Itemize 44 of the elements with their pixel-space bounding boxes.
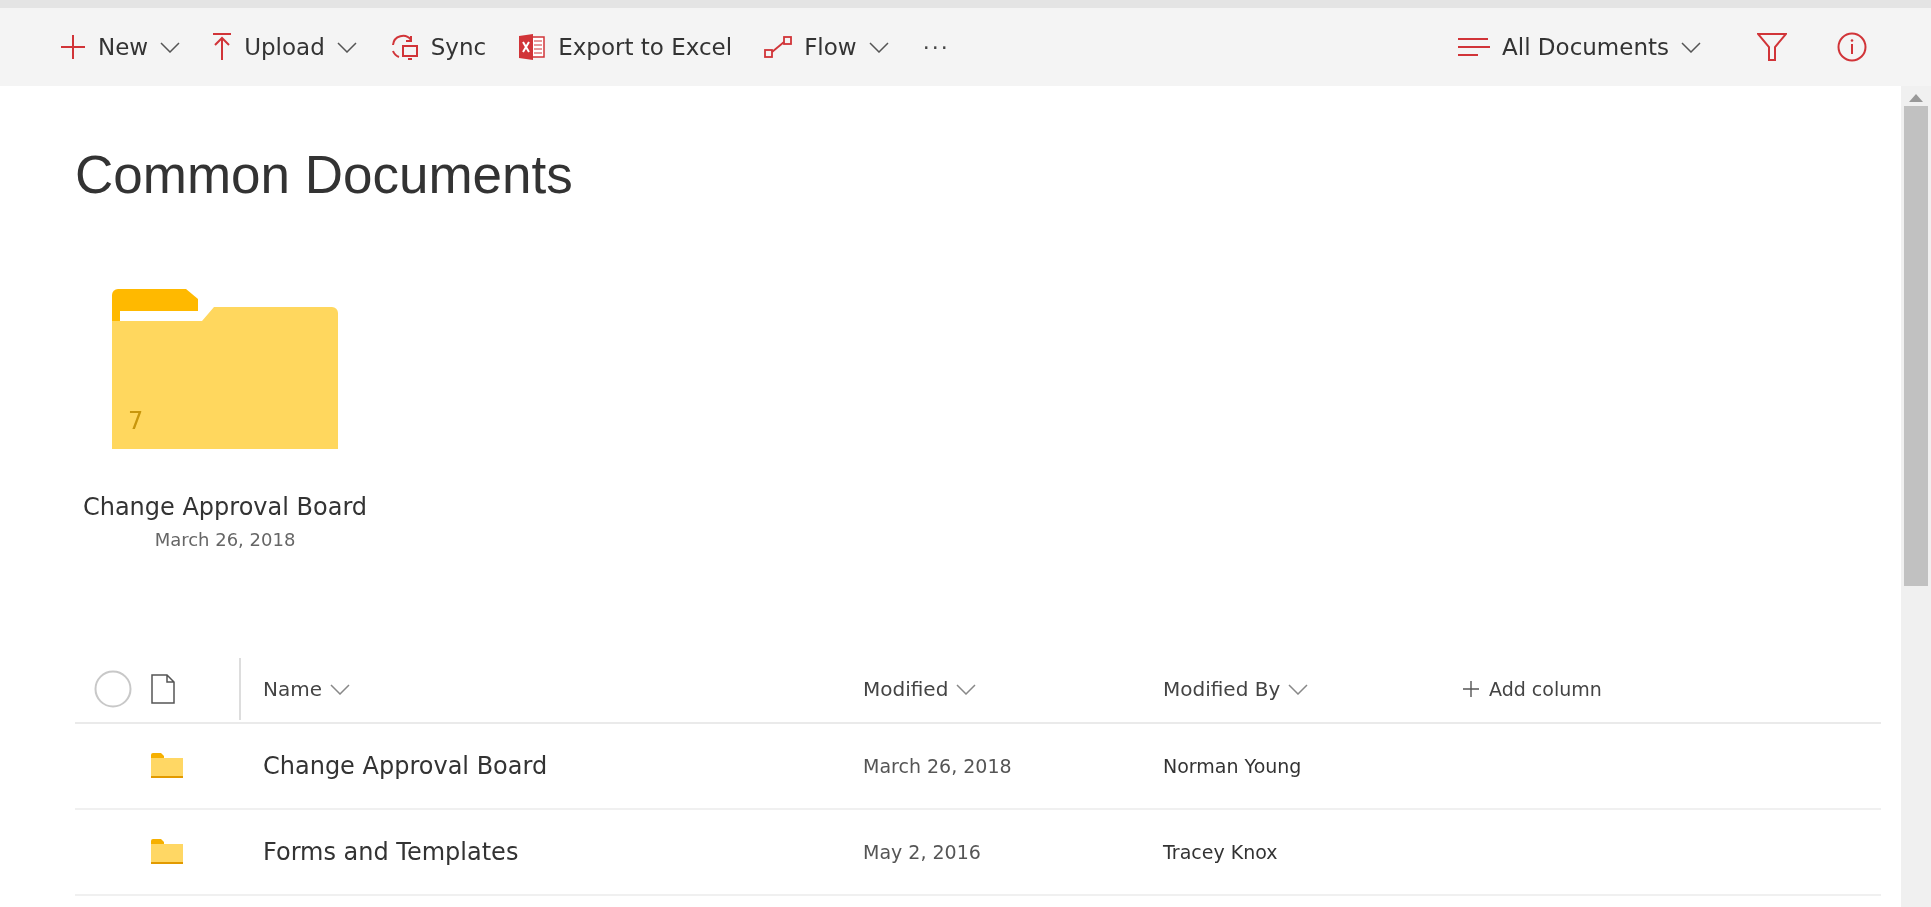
column-header[interactable]: Modified	[863, 677, 977, 701]
command-button[interactable]: Flow	[752, 28, 901, 66]
upload-icon	[212, 33, 233, 61]
folder-link[interactable]: Forms and Templates	[263, 838, 863, 866]
chevron-down-icon	[330, 683, 350, 695]
modified-by-cell-text: Norman Young	[1163, 755, 1303, 777]
chevron-down-icon	[956, 683, 977, 695]
chevron-down-icon	[1681, 41, 1701, 53]
chevron-down-icon	[868, 41, 889, 53]
plus-icon	[60, 34, 86, 60]
modified-cell-text: March 26, 2018	[863, 755, 1013, 777]
folder-date: March 26, 2018	[154, 529, 296, 550]
modified-cell-text: May 2, 2016	[863, 841, 982, 863]
folder-link[interactable]: Change Approval Board	[263, 752, 863, 780]
command-button[interactable]: New	[48, 28, 193, 66]
add-column-button[interactable]: Add column	[1463, 678, 1602, 700]
excel-icon	[518, 33, 547, 61]
info-icon	[1837, 32, 1867, 62]
select-all-circle[interactable]	[94, 670, 132, 708]
scroll-thumb[interactable]	[1904, 106, 1928, 586]
scroll-up-icon[interactable]	[1909, 94, 1923, 102]
chevron-down-icon	[1288, 683, 1309, 695]
command-button[interactable]: Sync	[376, 27, 499, 67]
scrollbar[interactable]	[1901, 86, 1931, 907]
more-button[interactable]: ···	[908, 28, 964, 66]
file-type-icon	[151, 674, 175, 704]
filter-icon	[1757, 32, 1787, 62]
list-icon	[1458, 37, 1491, 57]
folder-name[interactable]: Change Approval Board	[82, 493, 368, 521]
folder-icon	[151, 839, 183, 865]
chevron-down-icon	[336, 41, 357, 53]
view-switcher[interactable]: All Documents	[1446, 28, 1713, 66]
flow-icon	[764, 35, 793, 59]
folder-tile-icon[interactable]	[112, 289, 338, 449]
plus-icon	[1463, 681, 1479, 697]
page-title: Common Documents	[75, 144, 574, 205]
column-header[interactable]: Name	[263, 677, 350, 701]
modified-by-cell-text: Tracey Knox	[1163, 841, 1279, 863]
command-button[interactable]: Export to Excel	[506, 27, 745, 67]
column-header[interactable]: Modified By	[1163, 677, 1309, 701]
chevron-down-icon	[160, 41, 181, 53]
folder-icon	[151, 753, 183, 779]
item-count: 7	[128, 407, 144, 435]
command-button[interactable]: Upload	[200, 27, 369, 67]
